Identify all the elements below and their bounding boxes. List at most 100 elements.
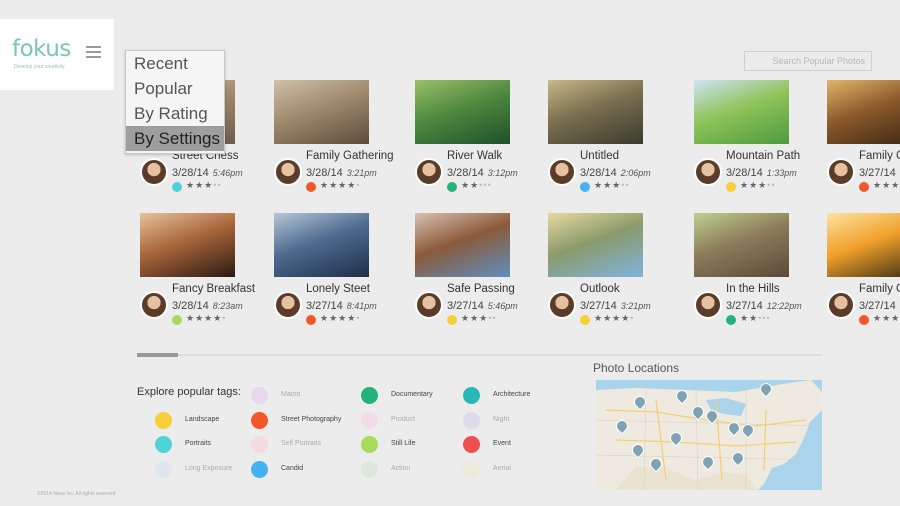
avatar[interactable]: [140, 291, 168, 319]
photo-thumbnail[interactable]: [548, 213, 643, 277]
photo-card[interactable]: Lonely Steet 3/27/14 8:41pm ★★★★•: [274, 213, 399, 333]
photo-date: 3/27/14: [859, 300, 896, 312]
tag-label: Product: [391, 416, 416, 423]
photo-thumbnail[interactable]: [140, 213, 235, 277]
photo-thumbnail[interactable]: [694, 80, 789, 144]
photo-card[interactable]: River Walk 3/28/14 3:12pm ★★•••: [415, 80, 540, 200]
photo-date: 3/27/14 3:21pm: [580, 300, 651, 312]
rating-stars[interactable]: ★★★••: [186, 180, 222, 191]
tag-label: Long Exposure: [185, 465, 233, 472]
tag-label: Night: [493, 416, 510, 423]
search-input[interactable]: Search Popular Photos: [744, 51, 872, 71]
photo-thumbnail[interactable]: [827, 80, 900, 144]
rating-stars[interactable]: ★★★★•: [186, 313, 226, 324]
horizontal-scrollbar-track[interactable]: [137, 354, 822, 356]
tag-swatch: [251, 387, 268, 404]
rating-stars[interactable]: ★★★••: [740, 180, 776, 191]
photo-thumbnail[interactable]: [827, 213, 900, 277]
rating-stars[interactable]: ★★★★•: [320, 180, 360, 191]
tag-label: Still Life: [391, 440, 416, 447]
photo-card[interactable]: In the Hills 3/27/14 12:22pm ★★•••: [694, 213, 819, 333]
photo-date: 3/28/14 8:23am: [172, 300, 243, 312]
rating-stars[interactable]: ★★•••: [461, 180, 492, 191]
tag-color-dot: [859, 182, 869, 192]
photo-time: 3:21pm: [620, 301, 651, 311]
tag-color-dot: [447, 315, 457, 325]
photo-time: 2:06pm: [620, 168, 651, 178]
tag-swatch: [155, 436, 172, 453]
photo-thumbnail[interactable]: [415, 213, 510, 277]
tag-swatch: [251, 412, 268, 429]
sort-option-by-settings[interactable]: By Settings: [126, 126, 224, 151]
rating-stars[interactable]: ★★★••: [461, 313, 497, 324]
photo-date-value: 3/28/14: [726, 167, 763, 179]
rating-stars[interactable]: ★★★★•: [873, 180, 900, 191]
sort-option-popular[interactable]: Popular: [126, 76, 224, 101]
photo-card[interactable]: Family G 3/27/14★★★★•: [827, 213, 900, 333]
photo-thumbnail[interactable]: [274, 80, 369, 144]
photo-title: In the Hills: [726, 283, 780, 295]
logo[interactable]: fokus: [12, 36, 71, 62]
photo-card[interactable]: Safe Passing 3/27/14 5:46pm ★★★••: [415, 213, 540, 333]
sort-option-recent[interactable]: Recent: [126, 51, 224, 76]
hamburger-menu-icon[interactable]: [86, 46, 101, 58]
avatar[interactable]: [274, 158, 302, 186]
sort-option-by-rating[interactable]: By Rating: [126, 101, 224, 126]
tag-color-dot: [447, 182, 457, 192]
tag-swatch: [361, 461, 378, 478]
avatar[interactable]: [694, 158, 722, 186]
photo-date-value: 3/28/14: [447, 167, 484, 179]
avatar[interactable]: [827, 158, 855, 186]
tag-color-dot: [726, 315, 736, 325]
avatar[interactable]: [548, 291, 576, 319]
tag-color-dot: [306, 315, 316, 325]
tag-label: Documentary: [391, 391, 433, 398]
avatar[interactable]: [694, 291, 722, 319]
rating-stars[interactable]: ★★★★•: [320, 313, 360, 324]
tag-color-dot: [859, 315, 869, 325]
rating-stars[interactable]: ★★★★•: [594, 313, 634, 324]
photo-thumbnail[interactable]: [274, 213, 369, 277]
tag-swatch: [361, 436, 378, 453]
photo-card[interactable]: Untitled 3/28/14 2:06pm ★★★••: [548, 80, 673, 200]
photo-date-value: 3/27/14: [580, 300, 617, 312]
photo-title: Family G: [859, 283, 900, 295]
photo-date-value: 3/28/14: [580, 167, 617, 179]
tag-label: Action: [391, 465, 411, 472]
photo-card[interactable]: Family G 3/27/14★★★★•: [827, 80, 900, 200]
avatar[interactable]: [415, 291, 443, 319]
photo-date: 3/27/14 8:41pm: [306, 300, 377, 312]
photo-time: 12:22pm: [766, 301, 802, 311]
rating-stars[interactable]: ★★★••: [594, 180, 630, 191]
tag-swatch: [155, 412, 172, 429]
photo-card[interactable]: Family Gathering 3/28/14 3:21pm ★★★★•: [274, 80, 399, 200]
tag-label: Street Photography: [281, 416, 342, 423]
rating-stars[interactable]: ★★★★•: [873, 313, 900, 324]
photo-time: 3:21pm: [346, 168, 377, 178]
photo-date-value: 3/27/14: [726, 300, 763, 312]
tag-color-dot: [726, 182, 736, 192]
photo-title: Lonely Steet: [306, 283, 370, 295]
photo-date: 3/27/14: [859, 167, 896, 179]
avatar[interactable]: [274, 291, 302, 319]
photo-thumbnail[interactable]: [415, 80, 510, 144]
photo-thumbnail[interactable]: [694, 213, 789, 277]
photo-thumbnail[interactable]: [548, 80, 643, 144]
logo-panel: fokus Develop your creativity: [0, 19, 114, 90]
photo-date: 3/28/14 5:46pm: [172, 167, 243, 179]
avatar[interactable]: [548, 158, 576, 186]
rating-stars[interactable]: ★★•••: [740, 313, 771, 324]
photo-card[interactable]: Mountain Path 3/28/14 1:33pm ★★★••: [694, 80, 819, 200]
photo-card[interactable]: Fancy Breakfast 3/28/14 8:23am ★★★★•: [140, 213, 265, 333]
horizontal-scrollbar-thumb[interactable]: [137, 353, 178, 357]
avatar[interactable]: [827, 291, 855, 319]
photo-title: Safe Passing: [447, 283, 515, 295]
avatar[interactable]: [140, 158, 168, 186]
photo-locations-map[interactable]: [596, 380, 822, 490]
photo-date: 3/28/14 3:21pm: [306, 167, 377, 179]
avatar[interactable]: [415, 158, 443, 186]
photo-time: 8:41pm: [346, 301, 377, 311]
photo-card[interactable]: Outlook 3/27/14 3:21pm ★★★★•: [548, 213, 673, 333]
photo-date-value: 3/27/14: [859, 300, 896, 312]
tag-label: Self Portraits: [281, 440, 322, 447]
